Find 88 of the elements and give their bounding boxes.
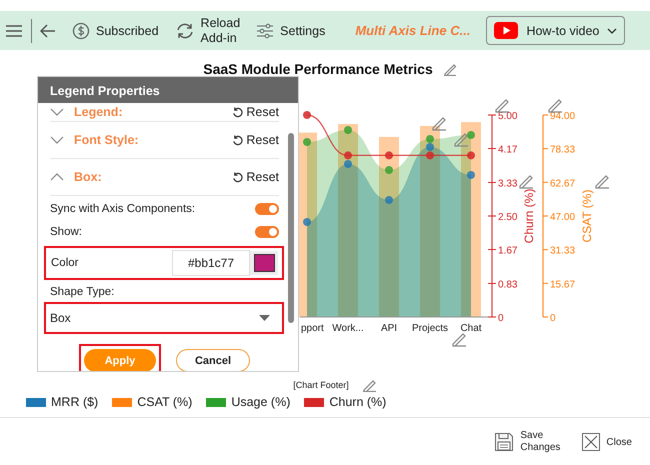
chevron-up-icon (50, 173, 64, 181)
legend-label[interactable]: CSAT (%) (137, 395, 192, 409)
axis-title: Churn (%) (522, 188, 536, 244)
axis-tick-label: 4.17 (498, 144, 518, 156)
reset-icon (232, 172, 244, 182)
color-swatch[interactable] (254, 254, 274, 272)
category-label: API (380, 323, 398, 334)
reset-icon (232, 106, 244, 118)
data-point (344, 160, 352, 168)
pencil-icon[interactable] (362, 378, 377, 392)
category-label: pport (301, 323, 324, 334)
data-point (467, 171, 475, 179)
chart-title: SaaS Module Performance Metrics (203, 61, 433, 77)
refresh-icon (174, 22, 195, 40)
reset-icon (232, 134, 244, 146)
shape-type-label: Shape Type: (50, 286, 116, 298)
legend-swatch[interactable] (112, 398, 132, 406)
data-point (467, 131, 475, 139)
data-point (344, 126, 352, 134)
axis-tick-label: 47.00 (550, 212, 576, 223)
legend-label[interactable]: MRR ($) (51, 395, 98, 409)
color-input-field[interactable]: #bb1c77 (172, 250, 250, 276)
axis-tick-label: 94.00 (550, 111, 576, 122)
category-label: Work... (332, 323, 364, 334)
legend-label[interactable]: Usage (%) (231, 395, 290, 409)
toggle-label: Sync with Axis Components: (50, 202, 196, 214)
axis-tick-label: 62.67 (550, 178, 576, 190)
sliders-icon (256, 22, 274, 38)
color-label: Color (51, 257, 80, 269)
cancel-button[interactable]: Cancel (176, 349, 250, 371)
legend-label[interactable]: Churn (%) (329, 395, 386, 409)
panel-title: Legend Properties (38, 77, 298, 103)
data-point (385, 196, 393, 204)
data-point (303, 218, 311, 226)
menu-icon[interactable] (5, 24, 23, 38)
chevron-down-icon (50, 136, 64, 144)
category-label: Chat (460, 323, 482, 334)
chevron-down-icon (50, 108, 64, 116)
legend-swatch[interactable] (304, 398, 324, 406)
axis-tick-label: 2.50 (498, 212, 518, 223)
chart-footer: [Chart Footer] (293, 380, 349, 390)
subscribed-button[interactable]: Subscribed (72, 22, 159, 40)
pencil-icon[interactable] (452, 333, 467, 347)
axis-tick-label: 0 (498, 313, 504, 324)
churn-marker (303, 111, 311, 119)
legend-swatch[interactable] (26, 398, 46, 406)
settings-button[interactable]: Settings (256, 22, 326, 38)
reset-button[interactable]: Reset (232, 170, 279, 184)
axis-tick-label: 31.33 (550, 246, 576, 257)
pencil-icon[interactable] (454, 133, 469, 147)
app-title: Multi Axis Line C... (355, 23, 470, 38)
dollar-icon (72, 22, 90, 40)
data-point (303, 138, 311, 146)
axis-title: CSAT (%) (580, 190, 594, 242)
toggle-switch[interactable] (255, 226, 279, 238)
reset-button[interactable]: Reset (232, 105, 279, 119)
pencil-icon[interactable] (595, 175, 610, 189)
axis-tick-label: 3.33 (498, 178, 518, 190)
category-label: Projects (412, 323, 448, 334)
churn-marker (426, 151, 434, 160)
shape-type-dropdown[interactable]: Box (44, 302, 284, 334)
pencil-icon[interactable] (432, 117, 447, 131)
toggle-label: Show: (50, 226, 82, 238)
close-icon (582, 433, 600, 451)
reset-button[interactable]: Reset (232, 133, 279, 147)
legend-swatch[interactable] (206, 398, 226, 406)
save-changes-button[interactable]: Save Changes (494, 430, 560, 454)
churn-marker (467, 151, 475, 160)
pencil-icon[interactable] (548, 99, 563, 113)
churn-marker (344, 151, 352, 160)
pencil-icon[interactable] (519, 175, 534, 189)
dropdown-arrow-icon (259, 315, 270, 321)
data-point (385, 166, 393, 174)
pencil-icon[interactable] (495, 99, 510, 113)
close-button[interactable]: Close (582, 430, 632, 454)
play-icon (494, 22, 518, 39)
pencil-icon[interactable] (442, 62, 457, 76)
reload-button[interactable]: Reload Add-in (174, 16, 240, 46)
axis-tick-label: 0 (550, 313, 556, 324)
axis-tick-label: 15.67 (550, 279, 576, 290)
chevron-down-icon (607, 28, 618, 34)
axis-tick-label: 78.33 (550, 144, 576, 156)
back-arrow-icon[interactable] (40, 24, 56, 38)
churn-marker (385, 151, 393, 160)
axis-tick-label: 1.67 (498, 246, 518, 257)
axis-tick-label: 0.83 (498, 279, 518, 290)
toggle-switch[interactable] (255, 202, 279, 214)
how-to-video-button[interactable]: How-to video (486, 16, 626, 45)
